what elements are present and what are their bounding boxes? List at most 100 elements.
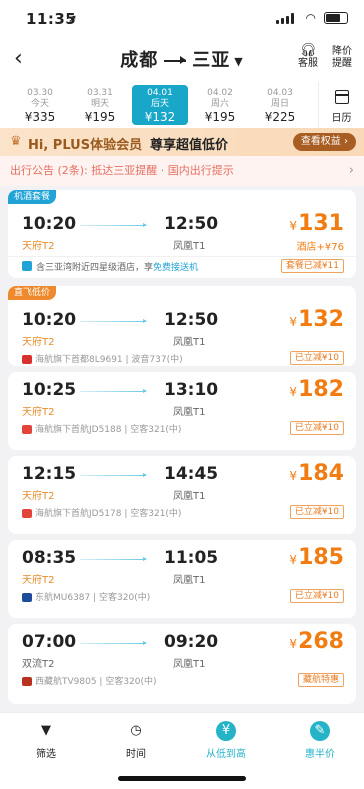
travel-notice[interactable]: 出行公告 (2条): 抵达三亚提醒 · 国内出行提示 › bbox=[0, 156, 364, 186]
route-line bbox=[80, 389, 147, 393]
flight-card[interactable]: 10:25 13:10 天府T2 凤凰T1 ¥182 海航旗下首航JD5188 | 空客3… bbox=[8, 372, 356, 450]
tab-coupon[interactable]: ✎ 惠半价 bbox=[290, 721, 350, 760]
hotel-icon bbox=[22, 261, 32, 271]
currency-symbol: ¥ bbox=[289, 469, 298, 483]
price-value: 268 bbox=[298, 629, 344, 654]
date-tab[interactable]: 04.01 后天 ¥132 bbox=[132, 85, 188, 125]
date-tab[interactable]: 03.30 今天 ¥335 bbox=[12, 85, 68, 125]
hotel-info-row[interactable]: 含三亚湾附近四星级酒店，享免费接送机 套餐已减¥11 bbox=[8, 256, 356, 274]
date-tab-price: ¥132 bbox=[144, 110, 176, 124]
airline-text: 海航旗下首航JD5188 | 空客321(中) bbox=[35, 425, 182, 435]
discount-badge: 已立减¥10 bbox=[289, 421, 344, 435]
status-bar: 11:35 ➚ ◠ bbox=[0, 0, 364, 36]
route-line bbox=[80, 473, 147, 477]
customer-service-button[interactable]: 🎧︎ 客服 bbox=[298, 44, 318, 70]
airline-logo-icon bbox=[22, 677, 32, 686]
price-value: 184 bbox=[298, 461, 344, 486]
tab-label: 惠半价 bbox=[305, 749, 335, 760]
date-tab[interactable]: 04.02 周六 ¥195 bbox=[192, 85, 248, 125]
date-tab-date: 04.02 bbox=[207, 88, 233, 98]
date-tab-weekday: 今天 bbox=[30, 99, 49, 109]
hotel-description: 含三亚湾附近四星级酒店，享 bbox=[36, 263, 154, 273]
origin-city: 成都 bbox=[120, 50, 159, 71]
airline-text: 海航旗下首都8L9691 | 波音737(中) bbox=[35, 355, 183, 365]
currency-symbol: ¥ bbox=[289, 637, 298, 651]
airline-info: 海航旗下首航JD5178 | 空客321(中) bbox=[22, 506, 181, 519]
tab-clock[interactable]: ◷ 时间 bbox=[106, 721, 166, 760]
coupon-icon: ✎ bbox=[310, 721, 330, 741]
date-tab-weekday: 明天 bbox=[90, 99, 109, 109]
departure-airport: 天府T2 bbox=[22, 491, 55, 502]
date-tab-weekday: 周日 bbox=[270, 99, 289, 109]
discount-badge: 已立减¥10 bbox=[289, 505, 344, 519]
flight-card[interactable]: 07:00 09:20 双流T2 凤凰T1 ¥268 西藏航TV9805 | 空客320(… bbox=[8, 624, 356, 704]
departure-airport: 双流T2 bbox=[22, 659, 55, 670]
discount-badge: 已立减¥10 bbox=[289, 589, 344, 603]
chevron-right-icon: › bbox=[348, 163, 354, 178]
airline-text: 东航MU6387 | 空客320(中) bbox=[35, 593, 151, 603]
calendar-button[interactable]: 日历 bbox=[318, 82, 364, 128]
arrival-airport: 凤凰T1 bbox=[173, 407, 206, 418]
departure-airport: 天府T2 bbox=[22, 337, 55, 348]
headset-icon: 🎧︎ bbox=[299, 43, 317, 58]
flight-card[interactable]: 直飞低价 10:20 12:50 天府T2 凤凰T1 ¥132 海航旗下首都8L9691 |… bbox=[8, 286, 356, 366]
customer-service-label: 客服 bbox=[298, 58, 318, 69]
arrival-time: 09:20 bbox=[164, 632, 219, 652]
flight-card[interactable]: 12:15 14:45 天府T2 凤凰T1 ¥184 海航旗下首航JD5178 | 空客3… bbox=[8, 456, 356, 534]
flight-card[interactable]: 08:35 11:05 天府T2 凤凰T1 ¥185 东航MU6387 | 空客320(中… bbox=[8, 540, 356, 618]
airline-info: 海航旗下首航JD5188 | 空客321(中) bbox=[22, 422, 181, 435]
price-alert-button[interactable]: 降价提醒 bbox=[328, 44, 356, 70]
arrival-airport: 凤凰T1 bbox=[173, 241, 206, 252]
date-tab-weekday: 周六 bbox=[210, 99, 229, 109]
departure-airport: 天府T2 bbox=[22, 241, 55, 252]
airline-info: 海航旗下首都8L9691 | 波音737(中) bbox=[22, 352, 183, 365]
crown-icon: ♛ bbox=[10, 134, 22, 149]
departure-time: 10:20 bbox=[22, 214, 77, 234]
date-tab-price: ¥195 bbox=[204, 110, 236, 124]
flight-card[interactable]: 机酒套餐 10:20 12:50 天府T2 凤凰T1 ¥131 酒店+¥76 含三亚湾附近四星… bbox=[8, 190, 356, 278]
route-line bbox=[80, 319, 147, 323]
departure-airport: 天府T2 bbox=[22, 575, 55, 586]
price-alert-label: 降价提醒 bbox=[332, 46, 352, 69]
card-tag: 机酒套餐 bbox=[8, 190, 57, 204]
airline-text: 西藏航TV9805 | 空客320(中) bbox=[35, 677, 157, 687]
calendar-label: 日历 bbox=[331, 113, 352, 124]
tab-label: 时间 bbox=[126, 749, 146, 760]
battery-icon bbox=[324, 12, 348, 24]
date-tab[interactable]: 03.31 明天 ¥195 bbox=[72, 85, 128, 125]
flight-price: ¥131 bbox=[289, 211, 344, 236]
calendar-icon bbox=[334, 90, 349, 104]
location-arrow-icon: ➚ bbox=[68, 12, 78, 25]
tab-yen[interactable]: ¥ 从低到高 bbox=[196, 721, 256, 760]
airline-logo-icon bbox=[22, 355, 32, 364]
currency-symbol: ¥ bbox=[289, 219, 298, 233]
hotel-highlight: 免费接送机 bbox=[153, 263, 199, 273]
flight-price: ¥184 bbox=[289, 461, 344, 486]
card-tag: 直飞低价 bbox=[8, 286, 57, 300]
arrival-airport: 凤凰T1 bbox=[173, 491, 206, 502]
arrival-time: 13:10 bbox=[164, 380, 219, 400]
airline-info: 东航MU6387 | 空客320(中) bbox=[22, 590, 150, 603]
arrival-time: 11:05 bbox=[164, 548, 219, 568]
departure-time: 07:00 bbox=[22, 632, 77, 652]
date-tab-date: 04.01 bbox=[147, 88, 173, 98]
plus-subtitle: 尊享超值低价 bbox=[150, 138, 229, 153]
departure-time: 08:35 bbox=[22, 548, 77, 568]
date-tab-date: 03.30 bbox=[27, 88, 53, 98]
tab-filter[interactable]: ▼ 筛选 bbox=[16, 721, 76, 760]
tab-label: 从低到高 bbox=[206, 749, 246, 760]
airline-info: 西藏航TV9805 | 空客320(中) bbox=[22, 674, 157, 687]
view-benefits-button[interactable]: 查看权益 › bbox=[292, 133, 356, 151]
plus-membership-banner[interactable]: ♛ Hi, PLUS体验会员 尊享超值低价 查看权益 › bbox=[0, 128, 364, 156]
home-indicator bbox=[118, 776, 246, 781]
price-value: 132 bbox=[298, 307, 344, 332]
airline-text: 海航旗下首航JD5178 | 空客321(中) bbox=[35, 509, 182, 519]
discount-badge: 已立减¥10 bbox=[289, 351, 344, 365]
departure-time: 10:20 bbox=[22, 310, 77, 330]
chevron-down-icon: ▼ bbox=[234, 54, 244, 68]
route-arrow-icon bbox=[164, 56, 187, 64]
flight-price: ¥268 bbox=[289, 629, 344, 654]
date-tab-price: ¥335 bbox=[24, 110, 56, 124]
date-tab[interactable]: 04.03 周日 ¥225 bbox=[252, 85, 308, 125]
plus-title: Hi, PLUS体验会员 bbox=[28, 138, 143, 153]
